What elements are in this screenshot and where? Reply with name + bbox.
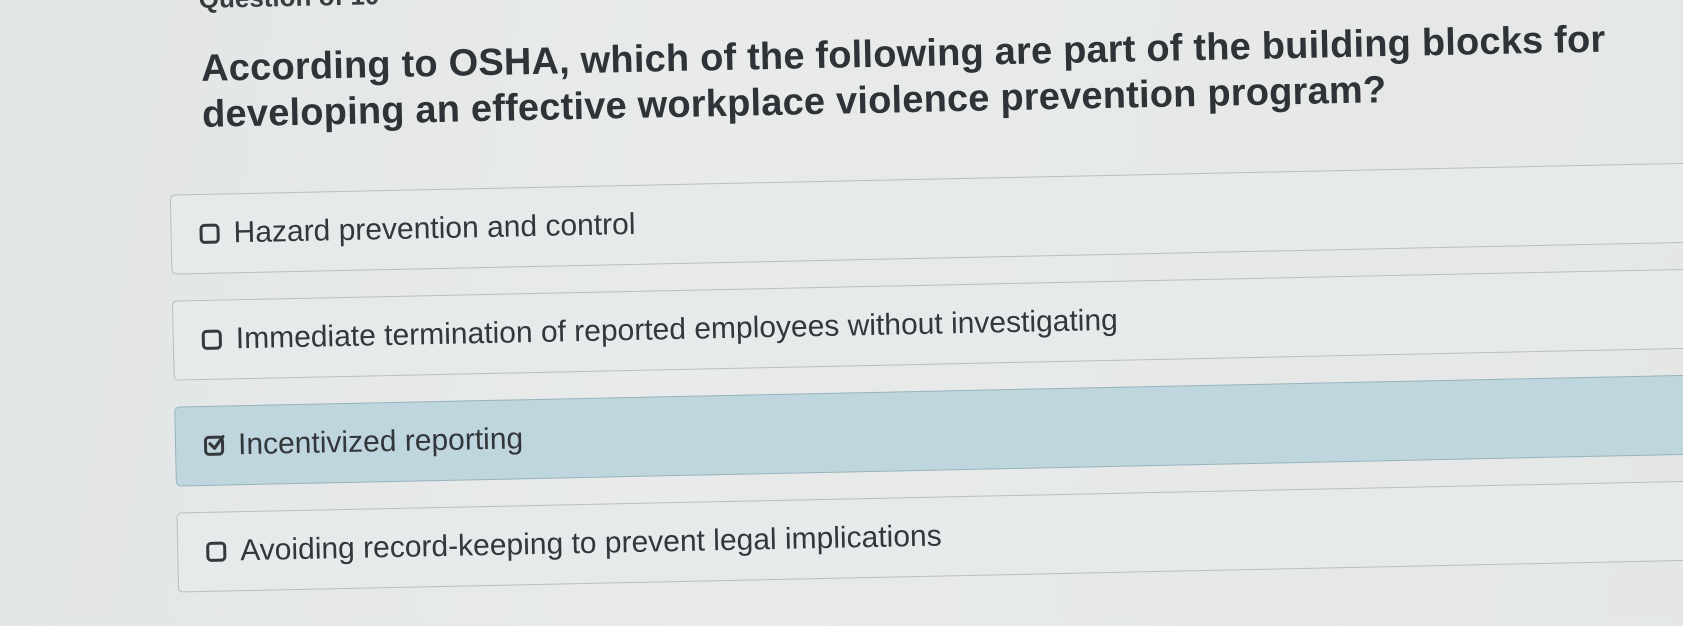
checkbox-checked-icon[interactable]	[203, 434, 225, 456]
option-hazard-prevention[interactable]: Hazard prevention and control	[169, 162, 1683, 275]
option-label: Incentivized reporting	[237, 422, 524, 462]
option-incentivized-reporting[interactable]: Incentivized reporting	[174, 374, 1683, 487]
checkbox-empty-icon[interactable]	[201, 329, 223, 350]
option-label: Avoiding record-keeping to prevent legal…	[239, 519, 942, 568]
option-immediate-termination[interactable]: Immediate termination of reported employ…	[172, 268, 1683, 381]
question-text: According to OSHA, which of the followin…	[200, 18, 1606, 136]
option-avoiding-record-keeping[interactable]: Avoiding record-keeping to prevent legal…	[176, 480, 1683, 593]
checkbox-empty-icon[interactable]	[199, 223, 220, 244]
question-panel: Question of 10 According to OSHA, which …	[0, 0, 1683, 626]
option-label: Hazard prevention and control	[233, 207, 636, 250]
answer-options: Hazard prevention and control Immediate …	[169, 162, 1683, 618]
option-label: Immediate termination of reported employ…	[235, 303, 1119, 356]
checkbox-empty-icon[interactable]	[206, 541, 227, 562]
question-heading: Question of 10	[198, 0, 379, 15]
checkmark-icon	[208, 434, 225, 450]
